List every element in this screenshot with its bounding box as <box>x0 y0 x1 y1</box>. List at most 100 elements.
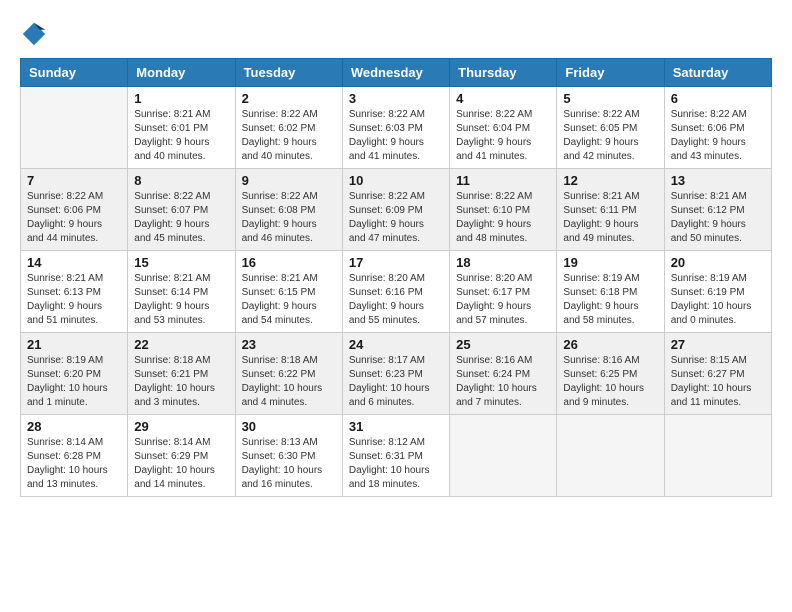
day-info: Sunrise: 8:16 AM Sunset: 6:25 PM Dayligh… <box>563 354 657 410</box>
calendar-cell: 18 Sunrise: 8:20 AM Sunset: 6:17 PM Dayli… <box>450 251 557 333</box>
calendar-cell: 6 Sunrise: 8:22 AM Sunset: 6:06 PM Daylig… <box>664 87 771 169</box>
day-info: Sunrise: 8:17 AM Sunset: 6:23 PM Dayligh… <box>349 354 443 410</box>
day-number: 6 <box>671 91 765 106</box>
calendar-cell: 16 Sunrise: 8:21 AM Sunset: 6:15 PM Dayli… <box>235 251 342 333</box>
day-info: Sunrise: 8:21 AM Sunset: 6:11 PM Dayligh… <box>563 190 657 246</box>
calendar-cell: 27 Sunrise: 8:15 AM Sunset: 6:27 PM Dayli… <box>664 333 771 415</box>
day-number: 11 <box>456 173 550 188</box>
day-number: 31 <box>349 419 443 434</box>
day-number: 14 <box>27 255 121 270</box>
day-number: 15 <box>134 255 228 270</box>
day-info: Sunrise: 8:22 AM Sunset: 6:02 PM Dayligh… <box>242 108 336 164</box>
day-number: 27 <box>671 337 765 352</box>
day-info: Sunrise: 8:22 AM Sunset: 6:04 PM Dayligh… <box>456 108 550 164</box>
day-info: Sunrise: 8:15 AM Sunset: 6:27 PM Dayligh… <box>671 354 765 410</box>
day-info: Sunrise: 8:18 AM Sunset: 6:22 PM Dayligh… <box>242 354 336 410</box>
day-info: Sunrise: 8:20 AM Sunset: 6:17 PM Dayligh… <box>456 272 550 328</box>
calendar-cell: 9 Sunrise: 8:22 AM Sunset: 6:08 PM Daylig… <box>235 169 342 251</box>
day-info: Sunrise: 8:19 AM Sunset: 6:20 PM Dayligh… <box>27 354 121 410</box>
day-number: 3 <box>349 91 443 106</box>
day-number: 4 <box>456 91 550 106</box>
day-number: 16 <box>242 255 336 270</box>
calendar-cell: 31 Sunrise: 8:12 AM Sunset: 6:31 PM Dayli… <box>342 415 449 497</box>
calendar-cell: 5 Sunrise: 8:22 AM Sunset: 6:05 PM Daylig… <box>557 87 664 169</box>
calendar-cell: 21 Sunrise: 8:19 AM Sunset: 6:20 PM Dayli… <box>21 333 128 415</box>
day-info: Sunrise: 8:18 AM Sunset: 6:21 PM Dayligh… <box>134 354 228 410</box>
day-info: Sunrise: 8:16 AM Sunset: 6:24 PM Dayligh… <box>456 354 550 410</box>
day-number: 13 <box>671 173 765 188</box>
day-info: Sunrise: 8:22 AM Sunset: 6:10 PM Dayligh… <box>456 190 550 246</box>
day-number: 9 <box>242 173 336 188</box>
day-info: Sunrise: 8:22 AM Sunset: 6:05 PM Dayligh… <box>563 108 657 164</box>
header-saturday: Saturday <box>664 59 771 87</box>
calendar-cell: 30 Sunrise: 8:13 AM Sunset: 6:30 PM Dayli… <box>235 415 342 497</box>
day-info: Sunrise: 8:22 AM Sunset: 6:07 PM Dayligh… <box>134 190 228 246</box>
day-info: Sunrise: 8:19 AM Sunset: 6:19 PM Dayligh… <box>671 272 765 328</box>
calendar-cell: 19 Sunrise: 8:19 AM Sunset: 6:18 PM Dayli… <box>557 251 664 333</box>
calendar-cell: 20 Sunrise: 8:19 AM Sunset: 6:19 PM Dayli… <box>664 251 771 333</box>
week-row-4: 28Sunrise: 8:14 AM Sunset: 6:28 PM Dayli… <box>21 415 772 497</box>
day-number: 2 <box>242 91 336 106</box>
calendar-cell: 12 Sunrise: 8:21 AM Sunset: 6:11 PM Dayli… <box>557 169 664 251</box>
day-info: Sunrise: 8:14 AM Sunset: 6:28 PM Dayligh… <box>27 436 121 492</box>
day-info: Sunrise: 8:22 AM Sunset: 6:03 PM Dayligh… <box>349 108 443 164</box>
header-monday: Monday <box>128 59 235 87</box>
day-info: Sunrise: 8:21 AM Sunset: 6:14 PM Dayligh… <box>134 272 228 328</box>
week-row-0: 1 Sunrise: 8:21 AM Sunset: 6:01 PM Daylig… <box>21 87 772 169</box>
calendar-cell <box>21 87 128 169</box>
day-number: 21 <box>27 337 121 352</box>
day-number: 1 <box>134 91 228 106</box>
day-number: 30 <box>242 419 336 434</box>
day-number: 5 <box>563 91 657 106</box>
calendar-cell: 14 Sunrise: 8:21 AM Sunset: 6:13 PM Dayli… <box>21 251 128 333</box>
day-info: Sunrise: 8:21 AM Sunset: 6:12 PM Dayligh… <box>671 190 765 246</box>
day-number: 10 <box>349 173 443 188</box>
day-number: 18 <box>456 255 550 270</box>
day-info: Sunrise: 8:22 AM Sunset: 6:06 PM Dayligh… <box>671 108 765 164</box>
calendar-cell: 28Sunrise: 8:14 AM Sunset: 6:28 PM Dayli… <box>21 415 128 497</box>
calendar-cell: 26 Sunrise: 8:16 AM Sunset: 6:25 PM Dayli… <box>557 333 664 415</box>
day-info: Sunrise: 8:19 AM Sunset: 6:18 PM Dayligh… <box>563 272 657 328</box>
day-info: Sunrise: 8:20 AM Sunset: 6:16 PM Dayligh… <box>349 272 443 328</box>
day-number: 26 <box>563 337 657 352</box>
calendar-cell: 29 Sunrise: 8:14 AM Sunset: 6:29 PM Dayli… <box>128 415 235 497</box>
calendar-cell: 2 Sunrise: 8:22 AM Sunset: 6:02 PM Daylig… <box>235 87 342 169</box>
day-info: Sunrise: 8:21 AM Sunset: 6:13 PM Dayligh… <box>27 272 121 328</box>
calendar-cell: 8Sunrise: 8:22 AM Sunset: 6:07 PM Daylig… <box>128 169 235 251</box>
calendar-cell: 3 Sunrise: 8:22 AM Sunset: 6:03 PM Daylig… <box>342 87 449 169</box>
calendar-cell: 10 Sunrise: 8:22 AM Sunset: 6:09 PM Dayli… <box>342 169 449 251</box>
day-number: 17 <box>349 255 443 270</box>
day-number: 12 <box>563 173 657 188</box>
calendar-cell: 4 Sunrise: 8:22 AM Sunset: 6:04 PM Daylig… <box>450 87 557 169</box>
calendar-cell: 1 Sunrise: 8:21 AM Sunset: 6:01 PM Daylig… <box>128 87 235 169</box>
logo <box>20 20 52 48</box>
calendar-cell <box>450 415 557 497</box>
calendar-cell <box>557 415 664 497</box>
day-info: Sunrise: 8:22 AM Sunset: 6:08 PM Dayligh… <box>242 190 336 246</box>
calendar-cell: 7Sunrise: 8:22 AM Sunset: 6:06 PM Daylig… <box>21 169 128 251</box>
logo-icon <box>20 20 48 48</box>
page-header <box>20 20 772 48</box>
calendar-cell: 22 Sunrise: 8:18 AM Sunset: 6:21 PM Dayli… <box>128 333 235 415</box>
week-row-2: 14 Sunrise: 8:21 AM Sunset: 6:13 PM Dayli… <box>21 251 772 333</box>
day-info: Sunrise: 8:21 AM Sunset: 6:15 PM Dayligh… <box>242 272 336 328</box>
day-info: Sunrise: 8:22 AM Sunset: 6:09 PM Dayligh… <box>349 190 443 246</box>
day-number: 20 <box>671 255 765 270</box>
calendar-cell <box>664 415 771 497</box>
day-number: 24 <box>349 337 443 352</box>
calendar-cell: 11 Sunrise: 8:22 AM Sunset: 6:10 PM Dayli… <box>450 169 557 251</box>
day-info: Sunrise: 8:13 AM Sunset: 6:30 PM Dayligh… <box>242 436 336 492</box>
week-row-3: 21 Sunrise: 8:19 AM Sunset: 6:20 PM Dayli… <box>21 333 772 415</box>
week-row-1: 7Sunrise: 8:22 AM Sunset: 6:06 PM Daylig… <box>21 169 772 251</box>
day-info: Sunrise: 8:22 AM Sunset: 6:06 PM Dayligh… <box>27 190 121 246</box>
header-friday: Friday <box>557 59 664 87</box>
calendar-cell: 15 Sunrise: 8:21 AM Sunset: 6:14 PM Dayli… <box>128 251 235 333</box>
day-number: 29 <box>134 419 228 434</box>
day-number: 19 <box>563 255 657 270</box>
day-number: 22 <box>134 337 228 352</box>
day-info: Sunrise: 8:12 AM Sunset: 6:31 PM Dayligh… <box>349 436 443 492</box>
header-row: SundayMondayTuesdayWednesdayThursdayFrid… <box>21 59 772 87</box>
day-info: Sunrise: 8:21 AM Sunset: 6:01 PM Dayligh… <box>134 108 228 164</box>
day-info: Sunrise: 8:14 AM Sunset: 6:29 PM Dayligh… <box>134 436 228 492</box>
header-tuesday: Tuesday <box>235 59 342 87</box>
